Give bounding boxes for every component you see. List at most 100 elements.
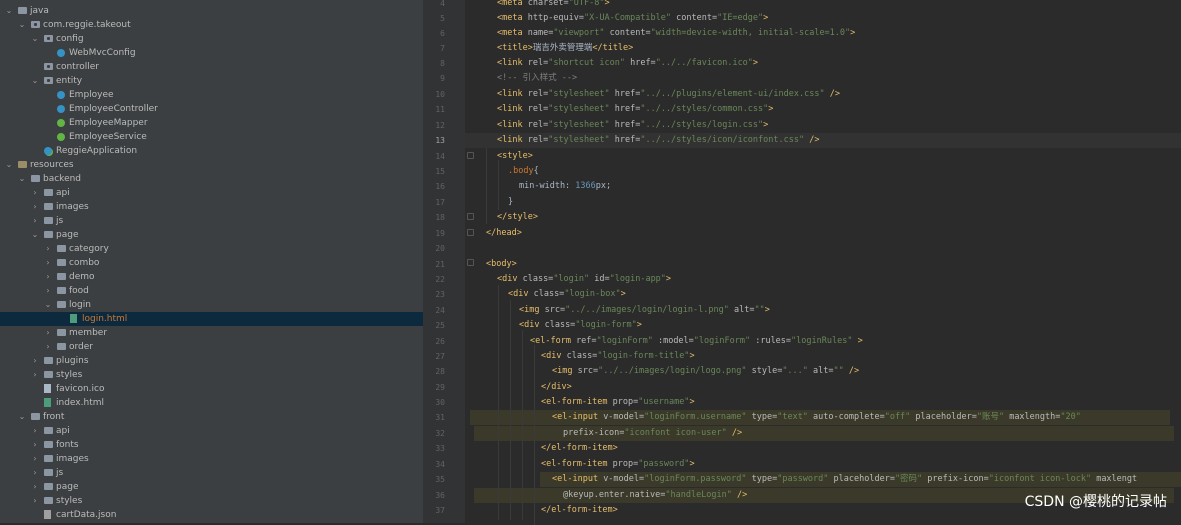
- tree-item[interactable]: › api: [0, 186, 423, 200]
- tree-item[interactable]: › combo: [0, 256, 423, 270]
- chevron-down-icon[interactable]: ⌄: [4, 4, 14, 18]
- chevron-right-icon[interactable]: ›: [30, 438, 40, 452]
- code-line[interactable]: prefix-icon="iconfont icon-user" />: [563, 426, 742, 441]
- tree-item[interactable]: › js: [0, 466, 423, 480]
- code-line[interactable]: <img src="../../images/login/login-l.png…: [519, 303, 770, 318]
- chevron-right-icon[interactable]: ›: [30, 452, 40, 466]
- code-line[interactable]: <link rel="stylesheet" href="../../style…: [497, 133, 819, 148]
- chevron-down-icon[interactable]: ⌄: [30, 228, 40, 242]
- tree-item[interactable]: index.html: [0, 396, 423, 410]
- fold-marker-icon[interactable]: [467, 152, 474, 159]
- code-line[interactable]: <title>瑞吉外卖管理端</title>: [497, 41, 633, 56]
- tree-item[interactable]: › js: [0, 214, 423, 228]
- chevron-right-icon[interactable]: ›: [30, 186, 40, 200]
- tree-item[interactable]: EmployeeMapper: [0, 116, 423, 130]
- code-line[interactable]: <div class="login-form-title">: [541, 349, 695, 364]
- tree-item[interactable]: › plugins: [0, 354, 423, 368]
- tree-item[interactable]: › food: [0, 284, 423, 298]
- code-line[interactable]: <meta http-equiv="X-UA-Compatible" conte…: [497, 11, 768, 26]
- chevron-right-icon[interactable]: ›: [30, 480, 40, 494]
- chevron-down-icon[interactable]: ⌄: [43, 298, 53, 312]
- tree-item[interactable]: EmployeeService: [0, 130, 423, 144]
- chevron-right-icon[interactable]: ›: [30, 424, 40, 438]
- code-line[interactable]: }: [508, 195, 513, 210]
- tree-item[interactable]: EmployeeController: [0, 102, 423, 116]
- tree-item[interactable]: ⌄ com.reggie.takeout: [0, 18, 423, 32]
- code-line[interactable]: <link rel="stylesheet" href="../../style…: [497, 102, 773, 117]
- fold-marker-icon[interactable]: [467, 259, 474, 266]
- tree-item[interactable]: › styles: [0, 494, 423, 508]
- code-line[interactable]: min-width: 1366px;: [519, 179, 611, 194]
- code-line[interactable]: </el-form-item>: [541, 503, 618, 518]
- tree-item[interactable]: › order: [0, 340, 423, 354]
- tree-item[interactable]: controller: [0, 60, 423, 74]
- tree-item[interactable]: › member: [0, 326, 423, 340]
- chevron-down-icon[interactable]: ⌄: [30, 74, 40, 88]
- tree-item[interactable]: › demo: [0, 270, 423, 284]
- tree-item[interactable]: favicon.ico: [0, 382, 423, 396]
- code-line[interactable]: <div class="login" id="login-app">: [497, 272, 671, 287]
- code-line[interactable]: @keyup.enter.native="handleLogin" />: [563, 488, 747, 503]
- tree-item[interactable]: ⌄ login: [0, 298, 423, 312]
- chevron-right-icon[interactable]: ›: [30, 466, 40, 480]
- tree-item[interactable]: ⌄ backend: [0, 172, 423, 186]
- chevron-down-icon[interactable]: ⌄: [4, 158, 14, 172]
- code-line[interactable]: </style>: [497, 210, 538, 225]
- code-line[interactable]: <el-input v-model="loginForm.username" t…: [552, 410, 1081, 425]
- tree-item[interactable]: › styles: [0, 368, 423, 382]
- chevron-right-icon[interactable]: ›: [30, 200, 40, 214]
- code-line[interactable]: </div>: [541, 380, 572, 395]
- tree-item[interactable]: ⌄ java: [0, 4, 423, 18]
- tree-item[interactable]: › category: [0, 242, 423, 256]
- tree-item[interactable]: ⌄ config: [0, 32, 423, 46]
- code-line[interactable]: <img src="../../images/login/logo.png" s…: [552, 364, 859, 379]
- tree-item[interactable]: ⌄ front: [0, 410, 423, 424]
- code-line[interactable]: .body{: [508, 164, 539, 179]
- tree-item[interactable]: › fonts: [0, 438, 423, 452]
- chevron-down-icon[interactable]: ⌄: [17, 172, 27, 186]
- code-line[interactable]: <!-- 引入样式 -->: [497, 71, 577, 86]
- tree-item[interactable]: ⌄ resources: [0, 158, 423, 172]
- chevron-right-icon[interactable]: ›: [30, 354, 40, 368]
- tree-item[interactable]: ⌄ entity: [0, 74, 423, 88]
- chevron-right-icon[interactable]: ›: [43, 256, 53, 270]
- tree-item[interactable]: cartData.json: [0, 508, 423, 522]
- chevron-right-icon[interactable]: ›: [30, 368, 40, 382]
- chevron-down-icon[interactable]: ⌄: [30, 32, 40, 46]
- tree-item[interactable]: ⌄ page: [0, 228, 423, 242]
- code-line[interactable]: <div class="login-form">: [519, 318, 642, 333]
- fold-marker-icon[interactable]: [467, 229, 474, 236]
- chevron-right-icon[interactable]: ›: [43, 270, 53, 284]
- code-line[interactable]: <meta charset="UTF-8">: [497, 0, 610, 11]
- tree-item[interactable]: › page: [0, 480, 423, 494]
- chevron-down-icon[interactable]: ⌄: [17, 18, 27, 32]
- chevron-right-icon[interactable]: ›: [43, 284, 53, 298]
- code-line[interactable]: <el-form-item prop="password">: [541, 457, 695, 472]
- code-line[interactable]: </el-form-item>: [541, 441, 618, 456]
- project-tree-panel[interactable]: ⌄ java ⌄ com.reggie.takeout ⌄ config WebMvcCon…: [0, 0, 423, 523]
- code-line[interactable]: <div class="login-box">: [508, 287, 626, 302]
- chevron-right-icon[interactable]: ›: [43, 242, 53, 256]
- code-line[interactable]: <el-input v-model="loginForm.password" t…: [552, 472, 1137, 487]
- chevron-right-icon[interactable]: ›: [30, 214, 40, 228]
- code-line[interactable]: <link rel="shortcut icon" href="../../fa…: [497, 56, 758, 71]
- code-line[interactable]: <link rel="stylesheet" href="../../style…: [497, 118, 768, 133]
- tree-item[interactable]: › images: [0, 452, 423, 466]
- tree-item[interactable]: › api: [0, 424, 423, 438]
- chevron-down-icon[interactable]: ⌄: [17, 410, 27, 424]
- code-line[interactable]: </head>: [486, 226, 522, 241]
- tree-item[interactable]: WebMvcConfig: [0, 46, 423, 60]
- chevron-right-icon[interactable]: ›: [30, 494, 40, 508]
- chevron-right-icon[interactable]: ›: [43, 326, 53, 340]
- code-line[interactable]: <meta name="viewport" content="width=dev…: [497, 26, 855, 41]
- code-line[interactable]: <el-form-item prop="username">: [541, 395, 695, 410]
- tree-item[interactable]: › images: [0, 200, 423, 214]
- code-line[interactable]: <body>: [486, 257, 517, 272]
- code-line[interactable]: <el-form ref="loginForm" :model="loginFo…: [530, 334, 863, 349]
- tree-item[interactable]: Employee: [0, 88, 423, 102]
- tree-item[interactable]: login.html: [0, 312, 423, 326]
- code-line[interactable]: <style>: [497, 149, 533, 164]
- chevron-right-icon[interactable]: ›: [43, 340, 53, 354]
- code-line[interactable]: <link rel="stylesheet" href="../../plugi…: [497, 87, 840, 102]
- fold-marker-icon[interactable]: [467, 213, 474, 220]
